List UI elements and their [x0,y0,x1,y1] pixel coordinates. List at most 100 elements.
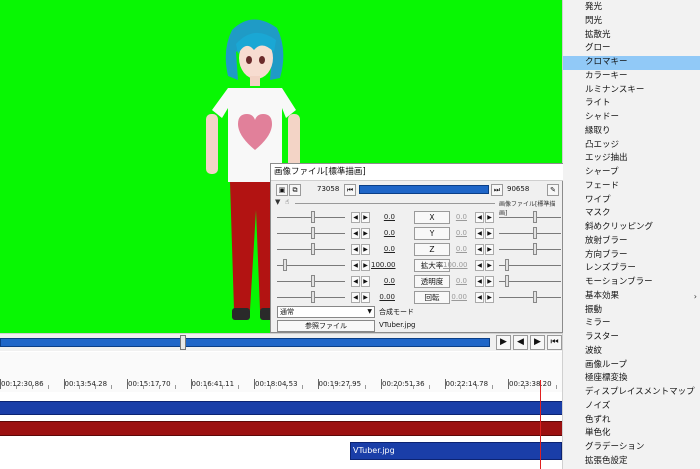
increment-button[interactable]: ▶ [361,292,370,303]
param-slider-start-knob[interactable] [283,259,287,271]
filter-item[interactable]: クロマキー [563,56,700,70]
filter-item[interactable]: モーションブラー [563,276,700,290]
param-slider-end[interactable] [499,249,561,250]
param-slider-start-knob[interactable] [311,291,315,303]
param-start-value[interactable]: 0.00 [371,293,395,301]
increment-button[interactable]: ▶ [485,212,494,223]
param-end-value[interactable]: 0.00 [443,293,467,301]
timeline-track-blue[interactable] [0,401,562,415]
collapse-icon[interactable]: ▼ [275,198,280,206]
prev-frame-button[interactable]: ◀ [513,335,528,350]
param-start-value[interactable]: 100.00 [371,261,396,269]
blend-mode-select[interactable]: 通常 ▼ [277,306,375,318]
increment-button[interactable]: ▶ [361,212,370,223]
param-slider-end-knob[interactable] [533,211,537,223]
increment-button[interactable]: ▶ [361,260,370,271]
timeline-ruler[interactable]: 00:12:30.86 00:13:54.28 00:15:17.70 00:16:4… [0,352,562,392]
param-end-value[interactable]: 0.0 [443,229,467,237]
decrement-button[interactable]: ◀ [351,244,360,255]
filter-item[interactable]: 閃光 [563,15,700,29]
decrement-button[interactable]: ◀ [351,276,360,287]
decrement-button[interactable]: ◀ [475,212,484,223]
decrement-button[interactable]: ◀ [475,244,484,255]
play-button[interactable]: ▶ [496,335,511,350]
filter-item[interactable]: グロー [563,42,700,56]
param-slider-end-knob[interactable] [533,291,537,303]
param-end-value[interactable]: 0.0 [443,213,467,221]
param-slider-start-knob[interactable] [311,275,315,287]
param-start-value[interactable]: 0.0 [371,245,395,253]
next-frame-button[interactable]: ▶ [530,335,545,350]
filter-item[interactable]: ディスプレイスメントマップ [563,386,700,400]
filter-item[interactable]: 発光 [563,1,700,15]
increment-button[interactable]: ▶ [485,292,494,303]
filter-item[interactable]: 方向ブラー [563,249,700,263]
filter-item[interactable]: ミラー [563,317,700,331]
increment-button[interactable]: ▶ [485,244,494,255]
seek-knob[interactable] [180,335,186,350]
filter-item[interactable]: 色ずれ [563,414,700,428]
increment-button[interactable]: ▶ [361,276,370,287]
param-slider-start-knob[interactable] [311,211,315,223]
increment-button[interactable]: ▶ [485,228,494,239]
filter-item[interactable]: マスク [563,207,700,221]
filter-item[interactable]: ノイズ [563,400,700,414]
hand-icon[interactable]: ☝ [285,198,289,206]
param-start-value[interactable]: 0.0 [371,277,395,285]
decrement-button[interactable]: ◀ [351,292,360,303]
filter-item[interactable]: 縁取り [563,125,700,139]
decrement-button[interactable]: ◀ [351,228,360,239]
filter-item[interactable]: ルミナンスキー [563,84,700,98]
reference-file-button[interactable]: 参照ファイル [277,320,375,332]
filter-item[interactable]: 波紋 [563,345,700,359]
filter-item[interactable]: フェード [563,180,700,194]
jump-start-button[interactable]: ⏮ [547,335,562,350]
seek-track[interactable] [0,338,490,347]
timeline-clip[interactable]: VTuber.jpg [350,442,562,460]
timeline-track-red[interactable] [0,421,562,436]
param-slider-end[interactable] [499,297,561,298]
filter-item[interactable]: 放射ブラー [563,235,700,249]
param-slider-end[interactable] [499,233,561,234]
filter-item[interactable]: 凸エッジ [563,139,700,153]
pin-icon[interactable]: ✎ [547,184,559,196]
filter-item[interactable]: ライト [563,97,700,111]
decrement-button[interactable]: ◀ [475,292,484,303]
param-end-value[interactable]: 100.00 [443,261,468,269]
increment-button[interactable]: ▶ [361,228,370,239]
filter-item[interactable]: 極座標変換 [563,372,700,386]
filter-item[interactable]: ワイプ [563,194,700,208]
decrement-button[interactable]: ◀ [475,260,484,271]
param-end-value[interactable]: 0.0 [443,277,467,285]
link-icon[interactable]: ⧉ [289,184,301,196]
filter-item[interactable]: 基本効果 › [563,290,700,304]
timeline-playhead[interactable] [540,380,541,469]
param-end-value[interactable]: 0.0 [443,245,467,253]
increment-button[interactable]: ▶ [485,260,494,271]
filter-item[interactable]: レンズブラー [563,262,700,276]
param-slider-end-knob[interactable] [533,227,537,239]
filter-item[interactable]: 斜めクリッピング [563,221,700,235]
frame-next-button[interactable]: ⏭ [491,184,503,196]
filter-item[interactable]: 振動 [563,304,700,318]
filter-item[interactable]: 単色化 [563,427,700,441]
filter-item[interactable]: カラーキー [563,70,700,84]
param-start-value[interactable]: 0.0 [371,229,395,237]
decrement-button[interactable]: ◀ [351,260,360,271]
decrement-button[interactable]: ◀ [475,228,484,239]
param-slider-end-knob[interactable] [505,275,509,287]
filter-item[interactable]: シャープ [563,166,700,180]
filter-item[interactable]: シャドー [563,111,700,125]
param-slider-end-knob[interactable] [533,243,537,255]
filter-item[interactable]: グラデーション [563,441,700,455]
filter-item[interactable]: 画像ループ [563,359,700,373]
increment-button[interactable]: ▶ [485,276,494,287]
frame-range-track[interactable] [359,185,489,194]
param-slider-start-knob[interactable] [311,227,315,239]
param-slider-start[interactable] [277,265,345,266]
param-slider-start-knob[interactable] [311,243,315,255]
playback-seekbar[interactable]: ▶ ◀ ▶ ⏮ [0,333,562,351]
filter-item[interactable]: 拡張色設定 [563,455,700,469]
param-start-value[interactable]: 0.0 [371,213,395,221]
filter-item[interactable]: 拡散光 [563,29,700,43]
